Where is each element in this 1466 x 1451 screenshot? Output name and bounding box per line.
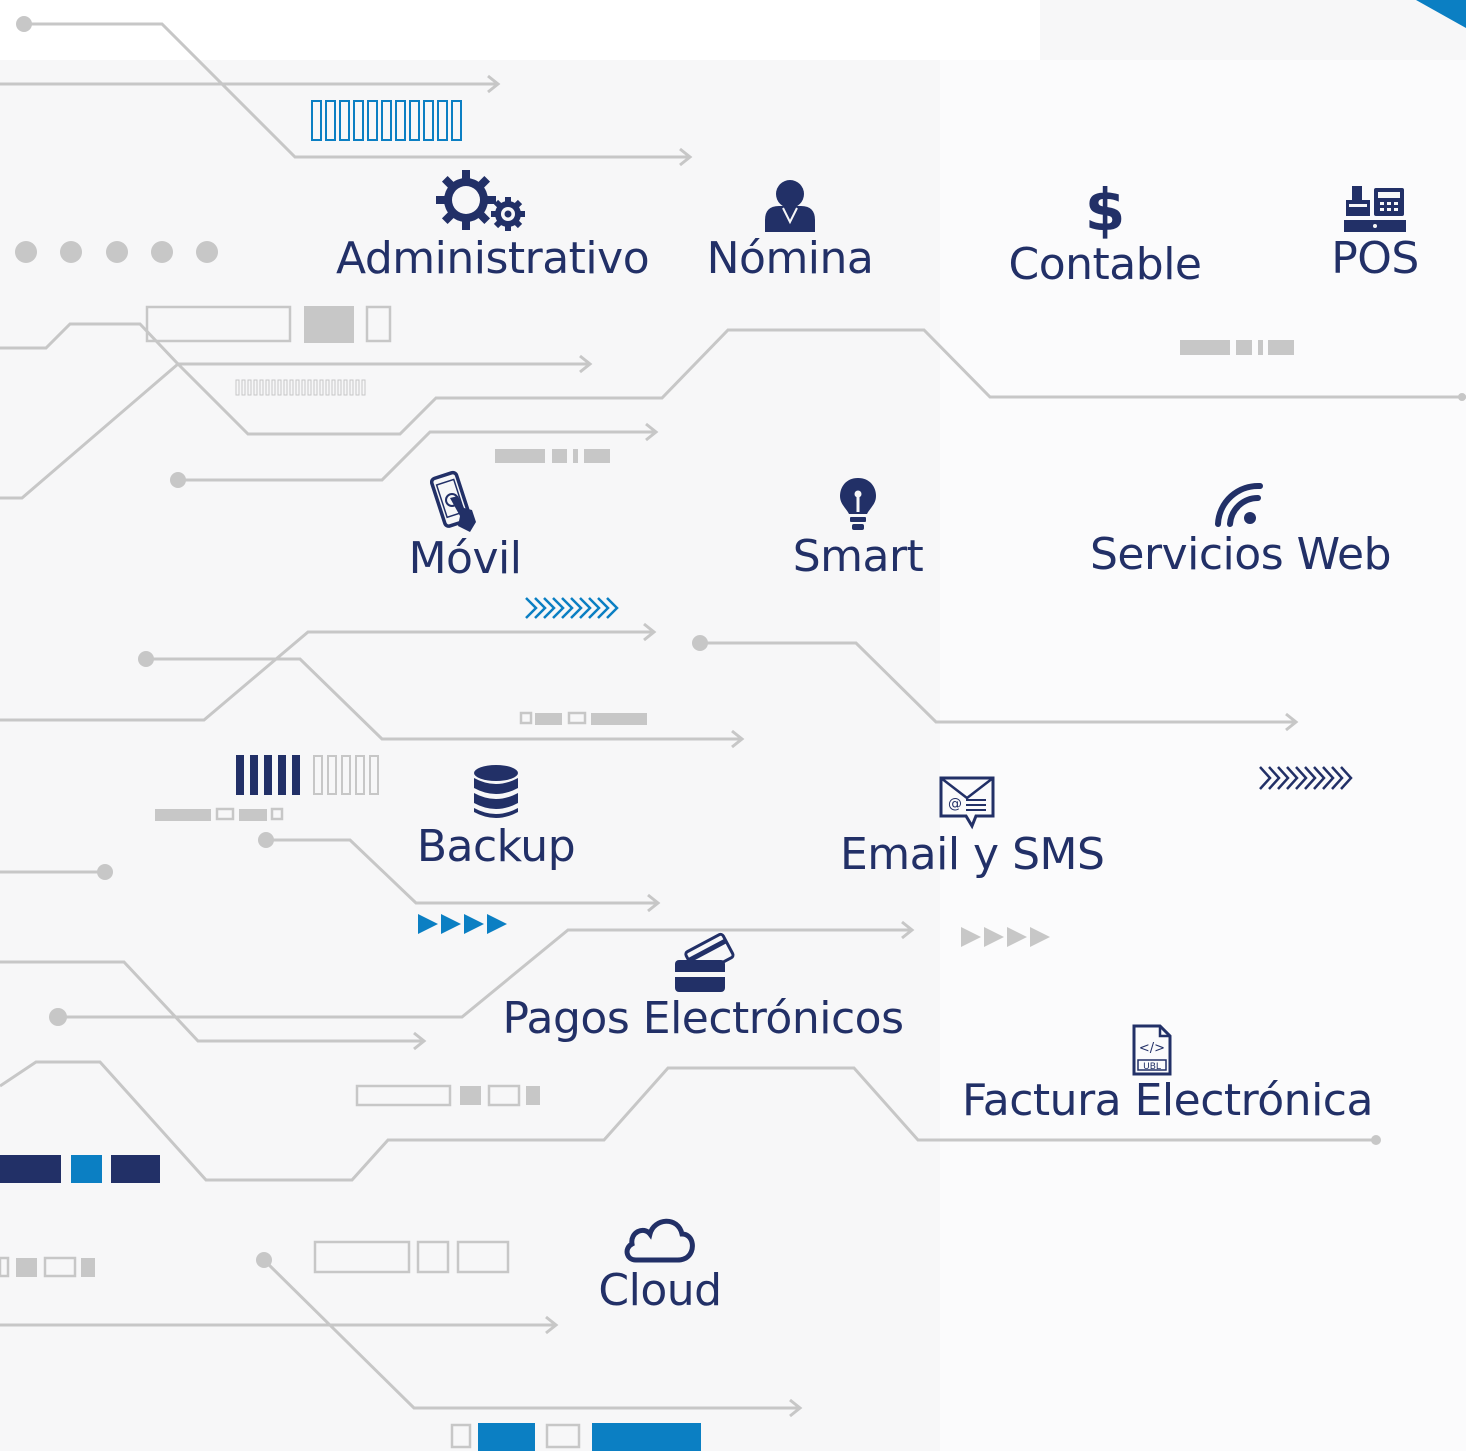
cash-register-icon	[1344, 186, 1406, 232]
module-movil[interactable]: Móvil	[380, 470, 550, 584]
ubl-glyph: UBL	[1143, 1062, 1161, 1072]
ubl-document-icon: </> UBL	[1132, 1024, 1172, 1076]
module-backup[interactable]: Backup	[408, 764, 584, 872]
svg-text:$: $	[1085, 178, 1125, 240]
gears-icon	[436, 170, 525, 231]
module-label: Factura Electrónica	[962, 1075, 1373, 1126]
module-contable[interactable]: $ Contable	[995, 178, 1215, 290]
module-nomina[interactable]: Nómina	[690, 178, 890, 284]
module-label: Backup	[416, 821, 576, 872]
module-label: Nómina	[706, 233, 874, 284]
module-factura-electronica[interactable]: </> UBL Factura Electrónica	[962, 1024, 1373, 1126]
module-servicios-web[interactable]: Servicios Web	[1090, 480, 1392, 580]
email-at-glyph: @	[948, 796, 962, 812]
module-label: Móvil	[408, 533, 522, 584]
module-label: POS	[1331, 233, 1419, 284]
dollar-icon: $	[1085, 178, 1125, 240]
module-smart[interactable]: Smart	[780, 476, 936, 582]
wifi-icon	[1215, 482, 1263, 527]
module-email-sms[interactable]: @ Email y SMS	[840, 774, 1105, 880]
module-pagos-electronicos[interactable]: Pagos Electrónicos	[500, 932, 906, 1044]
code-glyph: </>	[1139, 1041, 1165, 1056]
module-label: Cloud	[598, 1265, 722, 1316]
module-administrativo[interactable]: Administrativo	[336, 168, 650, 284]
module-label: Email y SMS	[840, 829, 1105, 880]
smartphone-touch-icon	[430, 470, 476, 532]
module-label: Contable	[1008, 239, 1202, 290]
lightbulb-icon	[840, 478, 876, 530]
module-cloud[interactable]: Cloud	[586, 1212, 734, 1316]
cloud-icon	[624, 1218, 695, 1263]
module-label: Smart	[792, 531, 924, 582]
module-label: Pagos Electrónicos	[502, 993, 904, 1044]
person-icon	[765, 180, 815, 232]
module-pos[interactable]: POS	[1320, 184, 1430, 284]
module-label: Servicios Web	[1090, 529, 1392, 580]
envelope-icon: @	[939, 776, 995, 830]
database-icon	[474, 765, 518, 818]
payment-card-icon	[675, 932, 735, 992]
module-label: Administrativo	[336, 233, 650, 284]
